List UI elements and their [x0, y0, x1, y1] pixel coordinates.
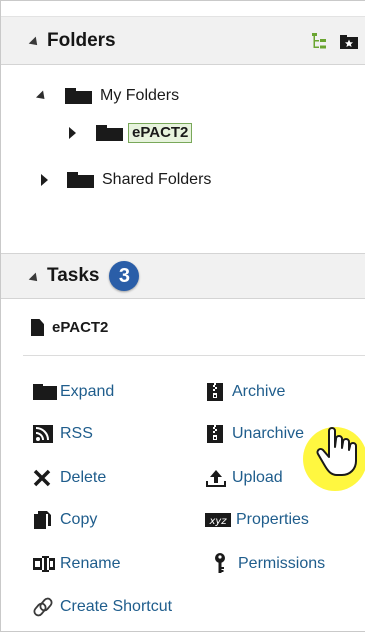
collapsed-triangle-icon[interactable] — [41, 174, 48, 186]
divider — [23, 355, 365, 356]
archive-action[interactable]: Archive — [205, 383, 285, 401]
folder-icon — [96, 125, 123, 141]
archive-label: Archive — [232, 383, 286, 400]
tasks-pane-header[interactable]: Tasks 3 — [1, 253, 365, 299]
upload-icon — [205, 469, 229, 487]
delete-label: Delete — [60, 469, 107, 486]
xyz-icon: xyz — [205, 511, 233, 529]
rename-action[interactable]: Rename — [33, 555, 120, 573]
folders-toolbar — [309, 31, 359, 51]
hand-pointer-icon — [315, 421, 361, 484]
folders-pane-header[interactable]: Folders — [1, 16, 365, 65]
archive-icon — [205, 383, 229, 401]
rss-label: RSS — [60, 425, 93, 442]
tree-node-my-folders[interactable]: My Folders — [35, 87, 180, 105]
properties-label: Properties — [236, 511, 309, 528]
collapse-triangle-icon[interactable] — [28, 272, 41, 285]
create-shortcut-label: Create Shortcut — [60, 598, 173, 615]
tree-label-my-folders: My Folders — [100, 87, 180, 104]
tasks-title: Tasks — [47, 265, 100, 286]
key-icon — [205, 553, 235, 573]
rss-action[interactable]: RSS — [33, 425, 93, 443]
collapse-triangle-icon[interactable] — [28, 36, 41, 49]
copy-action[interactable]: Copy — [33, 511, 97, 529]
panel-frame: Folders My Folders ePACT2 Shared Folders… — [0, 0, 365, 632]
delete-action[interactable]: Delete — [33, 469, 106, 487]
svg-text:xyz: xyz — [208, 516, 227, 527]
rename-label: Rename — [60, 555, 121, 572]
unarchive-action[interactable]: Unarchive — [205, 425, 304, 443]
tree-node-shared-folders[interactable]: Shared Folders — [41, 171, 211, 189]
rename-icon — [33, 555, 57, 573]
x-icon — [33, 469, 57, 487]
expand-label: Expand — [60, 383, 115, 400]
expanded-triangle-icon[interactable] — [35, 89, 49, 103]
folder-icon — [33, 383, 57, 401]
rss-icon — [33, 425, 57, 443]
properties-action[interactable]: xyz Properties — [205, 511, 309, 529]
upload-action[interactable]: Upload — [205, 469, 283, 487]
unarchive-label: Unarchive — [232, 425, 305, 442]
folders-title: Folders — [47, 29, 116, 51]
collapsed-triangle-icon[interactable] — [69, 127, 76, 139]
permissions-action[interactable]: Permissions — [205, 553, 326, 573]
copy-label: Copy — [60, 511, 98, 528]
selected-item-heading: ePACT2 — [31, 319, 108, 336]
expand-action[interactable]: Expand — [33, 383, 114, 401]
document-icon — [31, 319, 44, 336]
copy-icon — [33, 511, 57, 529]
upload-label: Upload — [232, 469, 283, 486]
selected-item-name: ePACT2 — [52, 319, 109, 336]
unarchive-icon — [205, 425, 229, 443]
folder-icon — [65, 88, 92, 104]
permissions-label: Permissions — [238, 555, 326, 572]
tree-label-shared-folders: Shared Folders — [102, 171, 212, 188]
folder-star-icon[interactable] — [339, 31, 359, 51]
link-icon — [33, 597, 57, 617]
tree-label-selected-folder: ePACT2 — [128, 123, 193, 143]
create-shortcut-action[interactable]: Create Shortcut — [33, 597, 173, 617]
folder-icon — [67, 172, 94, 188]
tree-node-selected-folder[interactable]: ePACT2 — [69, 123, 193, 143]
step-number-badge: 3 — [109, 261, 140, 291]
tree-view-icon[interactable] — [309, 31, 329, 51]
